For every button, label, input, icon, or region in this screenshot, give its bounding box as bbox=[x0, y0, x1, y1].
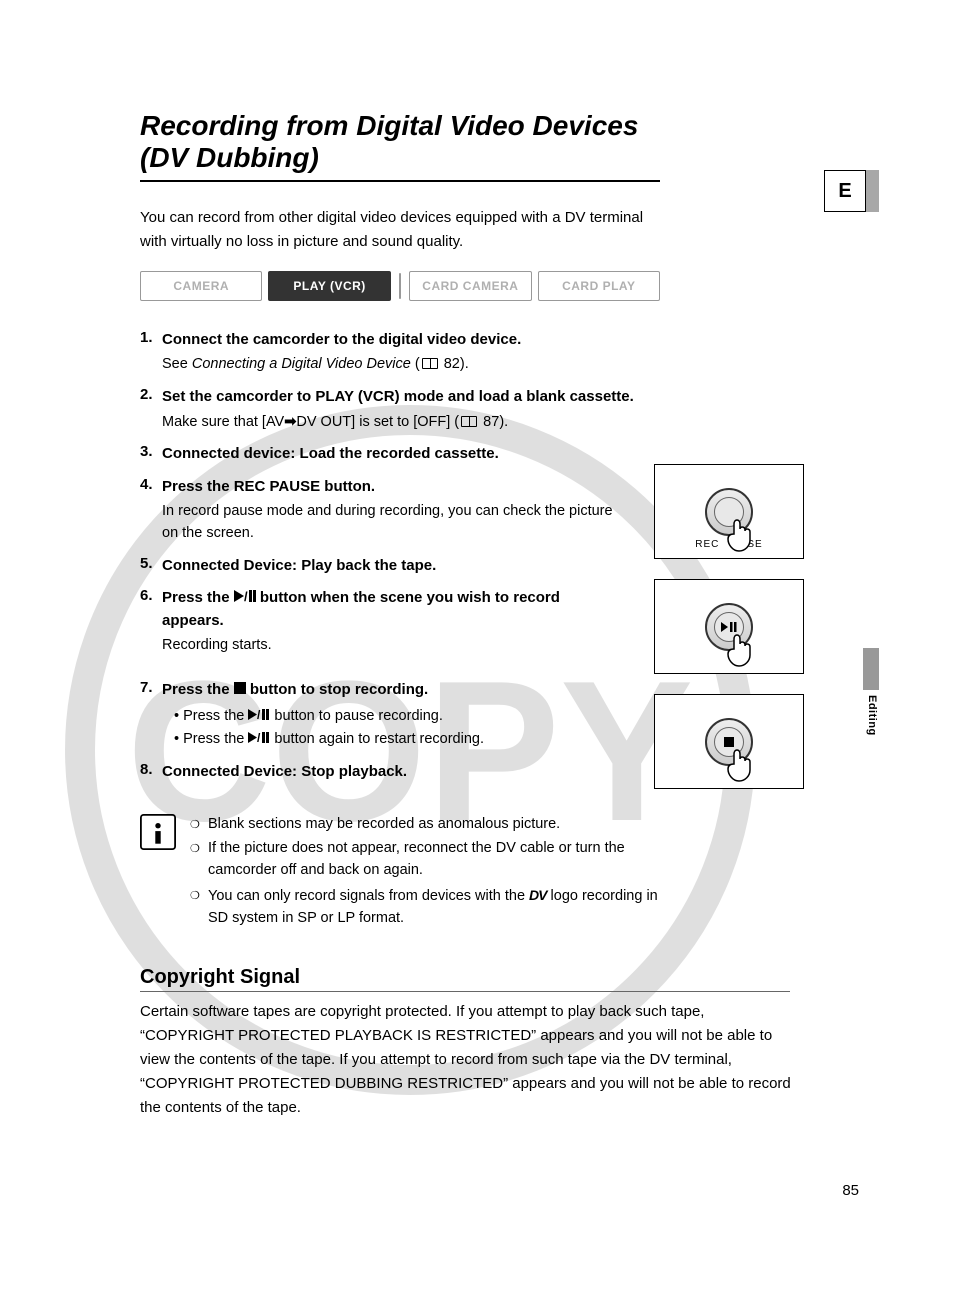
step-4-title: Press the REC PAUSE button. bbox=[162, 476, 620, 499]
step-7-bullets: • Press the / button to pause recording.… bbox=[162, 706, 620, 752]
play-pause-icon: / bbox=[248, 709, 270, 720]
note-1: Blank sections may be recorded as anomal… bbox=[190, 814, 660, 836]
stop-icon bbox=[234, 682, 246, 694]
procedure-list: Connect the camcorder to the digital vid… bbox=[140, 329, 660, 784]
section-tab-marker bbox=[863, 648, 879, 690]
lang-tab-shadow bbox=[866, 170, 879, 212]
step-8: Connected Device: Stop playback. bbox=[140, 761, 660, 784]
page-content: Recording from Digital Video Devices (DV… bbox=[0, 0, 800, 1120]
mode-selector: CAMERA PLAY (VCR) CARD CAMERA CARD PLAY bbox=[140, 271, 660, 301]
copyright-body: Certain software tapes are copyright pro… bbox=[140, 1000, 795, 1120]
mode-card-play: CARD PLAY bbox=[538, 271, 660, 301]
step-3: Connected device: Load the recorded cass… bbox=[140, 443, 660, 466]
step-7-bullet-2: • Press the / button again to restart re… bbox=[162, 729, 620, 751]
note-2: If the picture does not appear, reconnec… bbox=[190, 838, 660, 882]
step-6-title: Press the / button when the scene you wi… bbox=[162, 587, 620, 632]
mode-camera: CAMERA bbox=[140, 271, 262, 301]
note-3: You can only record signals from devices… bbox=[190, 885, 660, 930]
title-rule bbox=[140, 180, 660, 182]
mode-card-camera: CARD CAMERA bbox=[409, 271, 531, 301]
mode-play-vcr: PLAY (VCR) bbox=[268, 271, 390, 301]
play-pause-icon: / bbox=[234, 590, 256, 602]
step-2: Set the camcorder to PLAY (VCR) mode and… bbox=[140, 386, 660, 433]
page-ref-icon bbox=[461, 416, 477, 427]
notes-list: Blank sections may be recorded as anomal… bbox=[190, 814, 660, 933]
section-tab-label: Editing bbox=[866, 695, 878, 736]
step-5: Connected Device: Play back the tape. bbox=[140, 555, 660, 578]
step-7: Press the button to stop recording. • Pr… bbox=[140, 679, 620, 751]
step-8-title: Connected Device: Stop playback. bbox=[162, 761, 660, 784]
step-6-sub: Recording starts. bbox=[162, 635, 620, 657]
mode-separator bbox=[399, 273, 401, 299]
step-6: Press the / button when the scene you wi… bbox=[140, 587, 620, 657]
step-7-title: Press the button to stop recording. bbox=[162, 679, 620, 702]
caution-icon bbox=[140, 814, 176, 850]
language-tab: E bbox=[824, 170, 866, 212]
step-2-title: Set the camcorder to PLAY (VCR) mode and… bbox=[162, 386, 660, 409]
step-1: Connect the camcorder to the digital vid… bbox=[140, 329, 660, 376]
svg-text:/: / bbox=[257, 732, 261, 743]
step-3-title: Connected device: Load the recorded cass… bbox=[162, 443, 660, 466]
play-pause-icon: / bbox=[248, 732, 270, 743]
svg-text:/: / bbox=[244, 590, 248, 602]
page-ref-icon bbox=[422, 358, 438, 369]
page-number: 85 bbox=[842, 1182, 859, 1199]
step-2-sub: Make sure that [AV➡DV OUT] is set to [OF… bbox=[162, 412, 660, 434]
step-1-sub: See Connecting a Digital Video Device ( … bbox=[162, 354, 660, 376]
step-4: Press the REC PAUSE button. In record pa… bbox=[140, 476, 620, 545]
intro-text: You can record from other digital video … bbox=[140, 206, 660, 253]
svg-text:/: / bbox=[257, 709, 261, 720]
arrow-right-icon: ➡ bbox=[284, 414, 296, 430]
dv-logo-icon: DV bbox=[529, 885, 546, 906]
page-title: Recording from Digital Video Devices (DV… bbox=[140, 110, 660, 174]
step-5-title: Connected Device: Play back the tape. bbox=[162, 555, 660, 578]
copyright-heading: Copyright Signal bbox=[140, 966, 790, 992]
step-1-title: Connect the camcorder to the digital vid… bbox=[162, 329, 660, 352]
step-4-sub: In record pause mode and during recordin… bbox=[162, 501, 620, 545]
notes-block: Blank sections may be recorded as anomal… bbox=[140, 814, 660, 933]
step-7-bullet-1: • Press the / button to pause recording. bbox=[162, 706, 620, 728]
